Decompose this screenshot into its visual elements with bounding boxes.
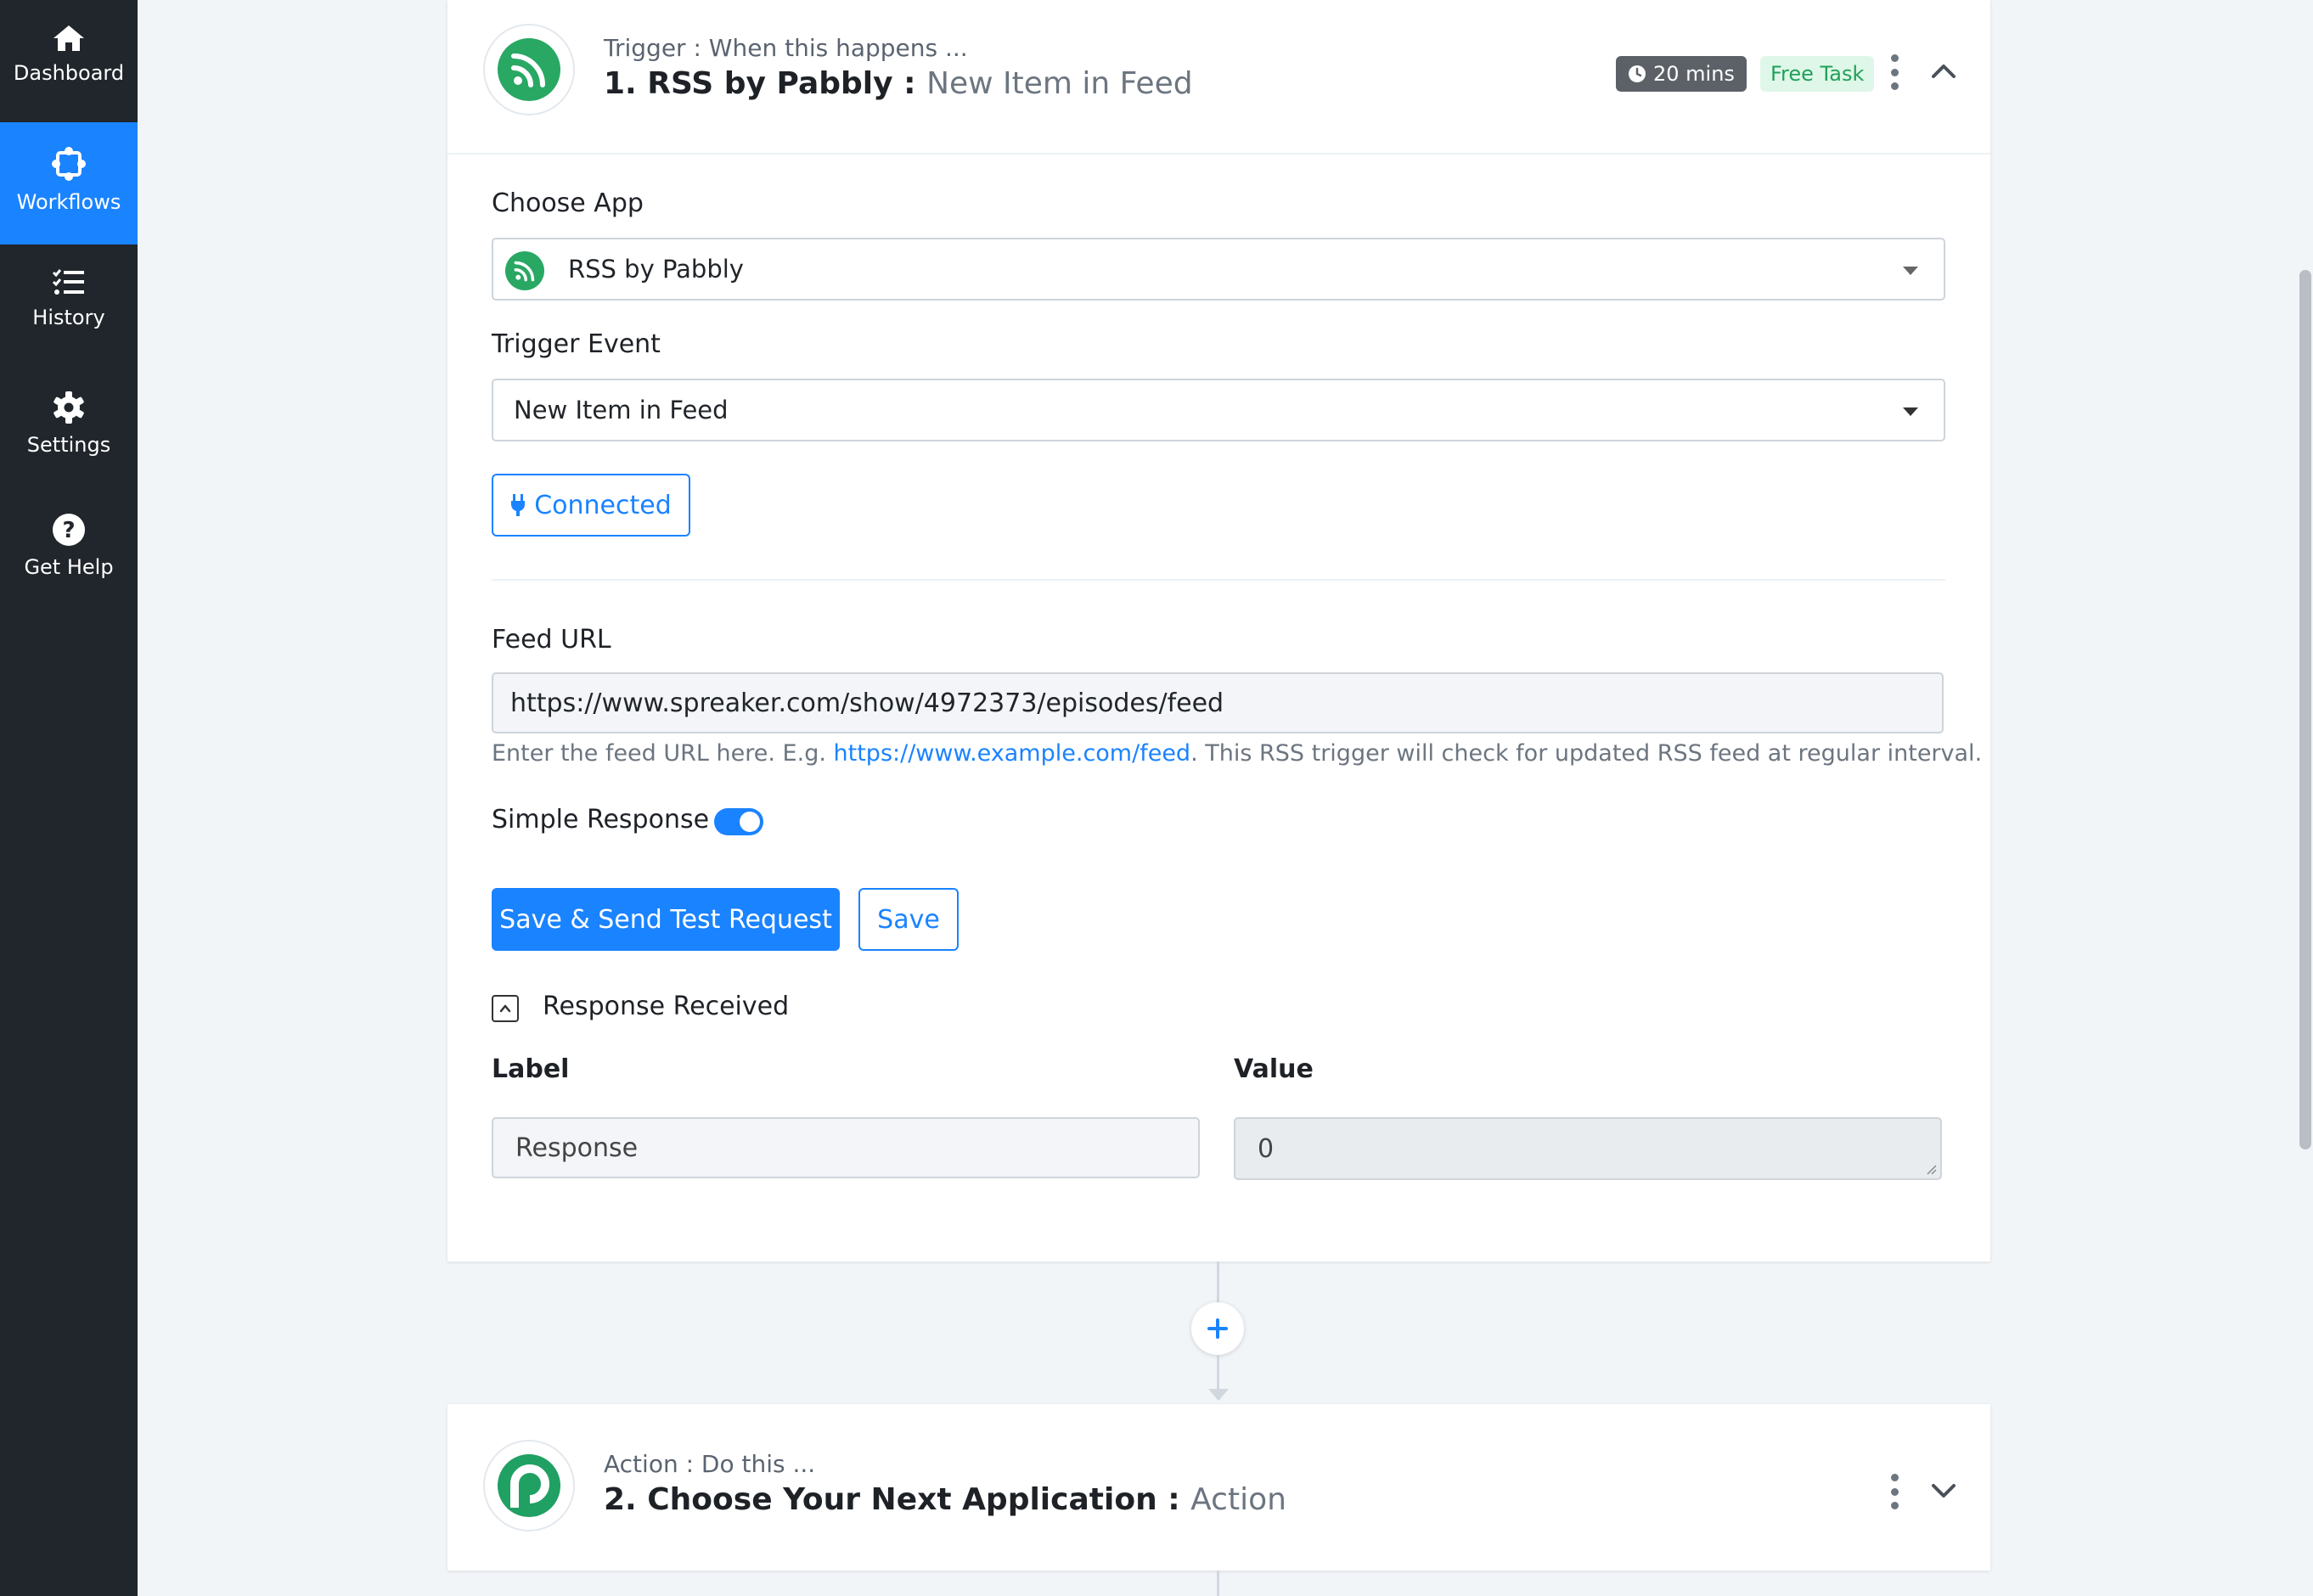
trigger-more-icon[interactable] xyxy=(1888,54,1901,90)
help-prefix: Enter the feed URL here. E.g. xyxy=(492,740,826,767)
chevron-down-icon[interactable] xyxy=(1928,1475,1959,1506)
action-title-app: 2. Choose Your Next Application : xyxy=(604,1482,1180,1517)
choose-app-value: RSS by Pabbly xyxy=(568,255,744,284)
connector-line xyxy=(1217,1355,1219,1392)
sidebar-item-label: Get Help xyxy=(24,555,114,579)
gear-icon xyxy=(53,391,84,424)
workflow-icon xyxy=(52,147,86,181)
simple-response-toggle[interactable] xyxy=(714,808,763,835)
time-badge: 20 mins xyxy=(1616,56,1747,92)
time-badge-label: 20 mins xyxy=(1653,62,1735,86)
svg-text:?: ? xyxy=(62,518,75,543)
action-title-event: Action xyxy=(1190,1482,1286,1517)
plug-icon xyxy=(511,494,526,516)
value-column-header: Value xyxy=(1234,1054,1314,1084)
divider xyxy=(492,579,1945,581)
clock-icon xyxy=(1629,65,1646,82)
caret-down-icon xyxy=(1903,407,1918,416)
save-send-test-button[interactable]: Save & Send Test Request xyxy=(492,888,840,951)
sidebar-item-dashboard[interactable]: Dashboard xyxy=(0,0,138,122)
response-collapse-toggle[interactable] xyxy=(492,995,519,1022)
caret-down-icon xyxy=(1903,267,1918,275)
rss-small-icon xyxy=(505,251,544,290)
response-value: 0 xyxy=(1258,1133,1275,1164)
pabbly-p-icon xyxy=(510,1464,549,1508)
response-label-input[interactable]: Response xyxy=(492,1117,1200,1178)
trigger-subtitle: Trigger : When this happens ... xyxy=(604,34,968,62)
action-title: 2. Choose Your Next Application : Action xyxy=(604,1482,1286,1517)
scrollbar-thumb[interactable] xyxy=(2299,270,2311,1149)
choose-app-select[interactable]: RSS by Pabbly xyxy=(492,238,1945,301)
simple-response-label: Simple Response xyxy=(492,805,710,835)
add-step-button[interactable] xyxy=(1191,1302,1244,1355)
action-card[interactable]: Action : Do this ... 2. Choose Your Next… xyxy=(447,1404,1990,1571)
trigger-event-value: New Item in Feed xyxy=(514,396,729,424)
home-icon xyxy=(53,25,84,51)
rss-app-icon xyxy=(483,24,575,115)
connector-line xyxy=(1217,1571,1219,1596)
trigger-card: Trigger : When this happens ... 1. RSS b… xyxy=(447,0,1990,1262)
feed-url-help: Enter the feed URL here. E.g. https://ww… xyxy=(492,740,1982,767)
sidebar-item-label: Workflows xyxy=(16,190,121,214)
free-task-badge: Free Task xyxy=(1760,56,1875,92)
chevron-up-icon[interactable] xyxy=(1928,56,1959,87)
sidebar-item-history[interactable]: History xyxy=(0,244,138,367)
save-button[interactable]: Save xyxy=(858,888,959,951)
action-subtitle: Action : Do this ... xyxy=(604,1450,816,1478)
sidebar-item-label: Dashboard xyxy=(13,61,125,85)
response-received-label: Response Received xyxy=(543,992,790,1021)
plus-icon xyxy=(1207,1318,1228,1339)
list-check-icon xyxy=(52,269,84,295)
sidebar-item-label: Settings xyxy=(26,433,111,457)
connected-button[interactable]: Connected xyxy=(492,474,690,537)
label-column-header: Label xyxy=(492,1054,570,1084)
trigger-title-app: 1. RSS by Pabbly : xyxy=(604,66,916,101)
trigger-event-label: Trigger Event xyxy=(492,329,661,359)
action-more-icon[interactable] xyxy=(1888,1474,1901,1509)
trigger-title-event: New Item in Feed xyxy=(926,66,1193,101)
sidebar-item-workflows[interactable]: Workflows xyxy=(0,122,138,244)
sidebar: Dashboard Workflows History Settings ? G… xyxy=(0,0,138,1596)
resize-handle-icon xyxy=(1927,1165,1937,1175)
feed-url-label: Feed URL xyxy=(492,625,611,655)
sidebar-item-label: History xyxy=(32,306,105,329)
help-suffix: . This RSS trigger will check for update… xyxy=(1190,740,1983,767)
sidebar-item-settings[interactable]: Settings xyxy=(0,367,138,489)
sidebar-item-get-help[interactable]: ? Get Help xyxy=(0,489,138,611)
example-feed-link[interactable]: https://www.example.com/feed xyxy=(834,740,1191,767)
trigger-card-header[interactable]: Trigger : When this happens ... 1. RSS b… xyxy=(447,0,1990,155)
choose-app-label: Choose App xyxy=(492,188,644,218)
trigger-event-select[interactable]: New Item in Feed xyxy=(492,379,1945,441)
connector-line xyxy=(1217,1262,1219,1304)
pabbly-app-icon xyxy=(483,1440,575,1531)
chevron-up-icon xyxy=(499,1004,511,1013)
trigger-title: 1. RSS by Pabbly : New Item in Feed xyxy=(604,66,1193,101)
arrow-down-icon xyxy=(1208,1389,1229,1401)
connected-label: Connected xyxy=(534,490,672,520)
response-value-textarea[interactable]: 0 xyxy=(1234,1117,1942,1180)
feed-url-input[interactable]: https://www.spreaker.com/show/4972373/ep… xyxy=(492,672,1944,733)
question-circle-icon: ? xyxy=(53,514,85,546)
rss-icon xyxy=(511,53,545,87)
